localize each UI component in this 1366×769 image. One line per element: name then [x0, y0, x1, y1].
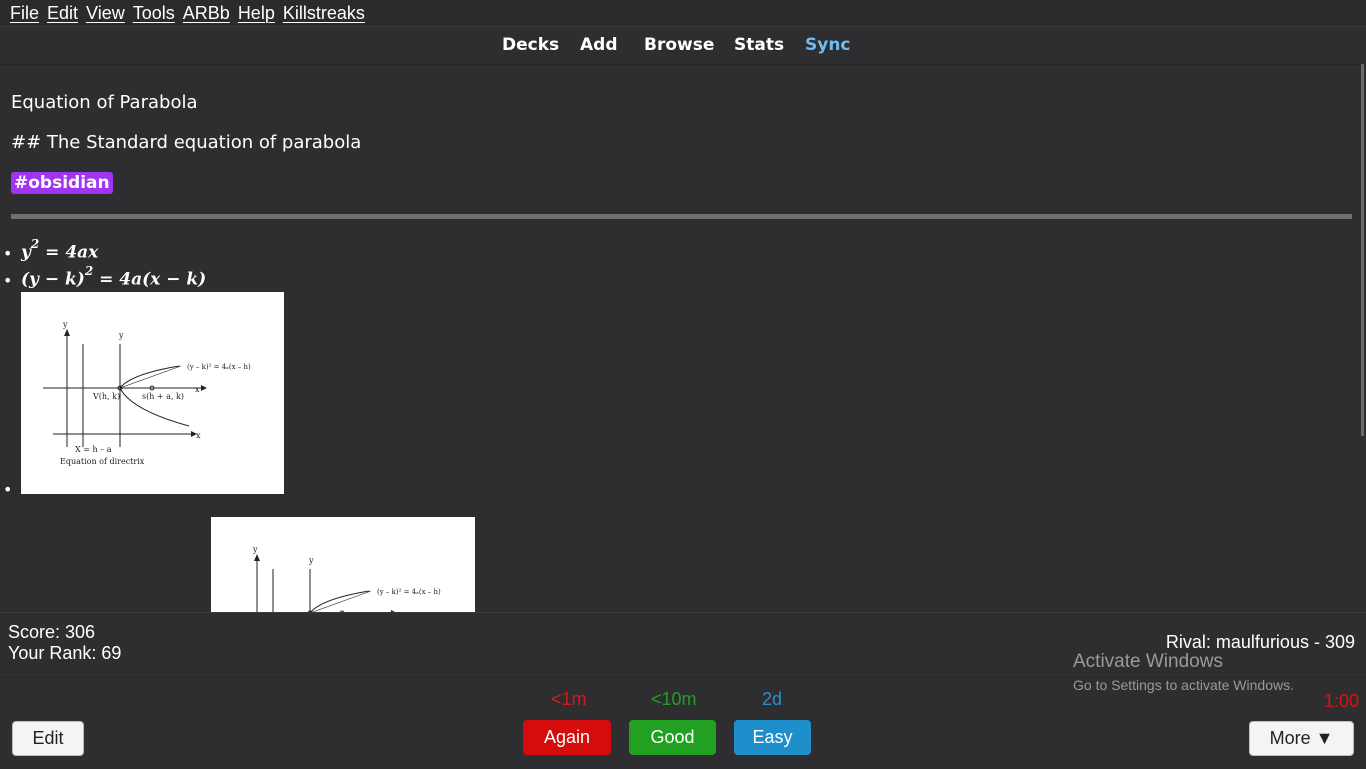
- menu-edit[interactable]: Edit: [47, 3, 78, 24]
- easy-button[interactable]: Easy: [734, 720, 811, 755]
- parabola-image-1: y y x x (y – k)² = 4ₐ(x – h) V(h, k) s(h…: [21, 292, 284, 494]
- formula-2-base: (y − k): [21, 269, 85, 290]
- more-button[interactable]: More ▼: [1249, 721, 1354, 756]
- sync-link[interactable]: Sync: [805, 35, 851, 55]
- score-text: Score: 306: [8, 622, 96, 642]
- rank-text: Your Rank: 69: [8, 643, 122, 663]
- again-interval: <1m: [551, 689, 587, 709]
- score-block: Score: 306 Your Rank: 69: [8, 622, 121, 664]
- formula-1-exponent: 2: [30, 237, 40, 251]
- edit-button[interactable]: Edit: [12, 721, 84, 756]
- parabola-diagram: y y x x (y – k)² = 4ₐ(x – h) V(h, k) s(h…: [252, 545, 441, 612]
- diagram-y-label: y: [62, 320, 68, 329]
- formula-2-rest: = 4a(x − k): [93, 269, 207, 290]
- formula-2-exponent: 2: [84, 264, 94, 278]
- timer: 1:00: [1323, 691, 1359, 711]
- bullet-icon: •: [3, 244, 13, 263]
- diagram-focus: s(h + a, k): [142, 392, 184, 401]
- menu-arbb[interactable]: ARBb: [183, 3, 230, 24]
- add-link[interactable]: Add: [580, 35, 618, 55]
- bullet-icon: •: [3, 480, 13, 499]
- diagram-x-label: x: [195, 385, 200, 394]
- menu-bar: File Edit View Tools ARBb Help Killstrea…: [0, 0, 1366, 27]
- scrollbar[interactable]: [1361, 64, 1364, 436]
- parabola-diagram: y y x x (y – k)² = 4ₐ(x – h) V(h, k) s(h…: [43, 320, 251, 466]
- parabola-image-2-overflow: [211, 614, 475, 677]
- diagram-x-label: x: [196, 431, 201, 440]
- diagram-y-label: y: [118, 331, 124, 340]
- good-button[interactable]: Good: [629, 720, 716, 755]
- menu-help[interactable]: Help: [238, 3, 275, 24]
- diagram-equation: (y – k)² = 4ₐ(x – h): [377, 588, 441, 596]
- formula-1: y2 = 4ax: [21, 237, 99, 263]
- activate-windows-subtitle: Go to Settings to activate Windows.: [1073, 677, 1294, 693]
- easy-interval: 2d: [762, 689, 783, 709]
- diagram-vertex: V(h, k): [92, 392, 120, 401]
- formula-1-rest: = 4ax: [39, 242, 99, 263]
- top-toolbar: Decks Add Browse Stats Sync: [0, 27, 1366, 65]
- menu-file[interactable]: File: [10, 3, 39, 24]
- diagram-y-label: y: [308, 556, 314, 565]
- diagram-directrix: X = h – a: [75, 445, 112, 454]
- menu-view[interactable]: View: [86, 3, 125, 24]
- good-interval: <10m: [651, 689, 697, 709]
- parabola-image-2: y y x x (y – k)² = 4ₐ(x – h) V(h, k) s(h…: [211, 517, 475, 612]
- formula-1-base: y: [21, 242, 31, 263]
- diagram-y-label: y: [252, 545, 258, 554]
- decks-link[interactable]: Decks: [502, 35, 559, 55]
- menu-tools[interactable]: Tools: [133, 3, 175, 24]
- formula-2: (y − k)2 = 4a(x − k): [21, 264, 207, 290]
- card-subtitle: ## The Standard equation of parabola: [11, 132, 362, 153]
- rival-text: Rival: maulfurious - 309: [1165, 632, 1355, 652]
- menu-killstreaks[interactable]: Killstreaks: [283, 3, 365, 24]
- stats-link[interactable]: Stats: [734, 35, 784, 55]
- diagram-directrix-caption: Equation of directrix: [60, 457, 145, 466]
- card-title: Equation of Parabola: [11, 92, 198, 113]
- card-content: Equation of Parabola ## The Standard equ…: [0, 64, 1362, 612]
- again-button[interactable]: Again: [523, 720, 611, 755]
- diagram-equation: (y – k)² = 4ₐ(x – h): [187, 363, 251, 371]
- bullet-icon: •: [3, 271, 13, 290]
- divider: [11, 214, 1352, 219]
- browse-link[interactable]: Browse: [644, 35, 714, 55]
- activate-windows-title: Activate Windows: [1073, 651, 1223, 672]
- tag-badge[interactable]: #obsidian: [11, 172, 113, 194]
